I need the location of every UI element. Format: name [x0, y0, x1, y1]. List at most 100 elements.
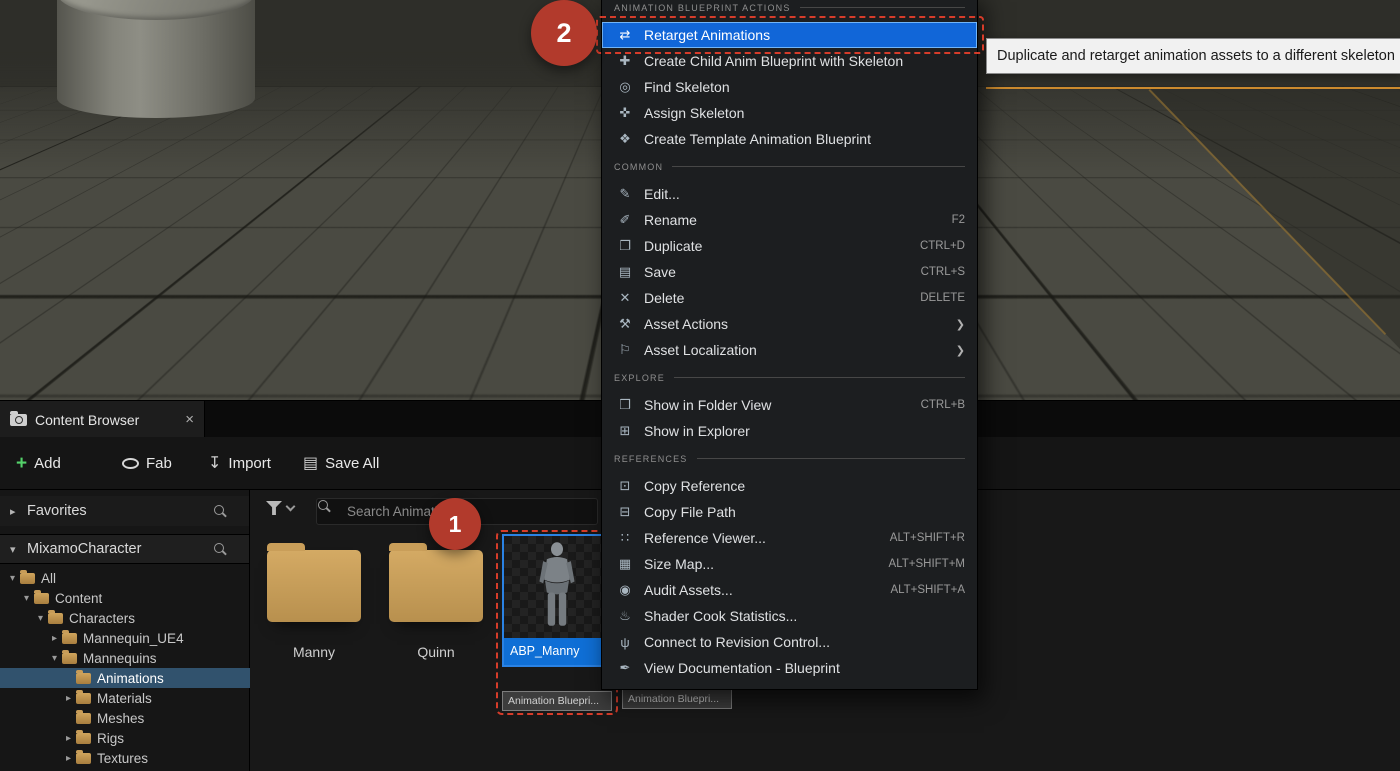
menu-item-copy-reference[interactable]: ⊡ Copy Reference	[602, 473, 977, 499]
chevron-down-icon: ▾	[10, 543, 16, 556]
tooltip: Duplicate and retarget animation assets …	[986, 38, 1400, 74]
add-button[interactable]: + Add	[16, 437, 61, 490]
menu-item-find-skeleton[interactable]: ◎ Find Skeleton	[602, 74, 977, 100]
search-icon[interactable]	[213, 542, 227, 556]
edit-icon: ✎	[619, 186, 631, 201]
menu-item-save[interactable]: ▤ Save CTRL+S	[602, 259, 977, 285]
tree-item-label: Mannequin_UE4	[83, 630, 184, 646]
menu-item-shortcut: CTRL+S	[920, 266, 965, 278]
menu-item-retarget-animations[interactable]: ⇄ Retarget Animations	[602, 22, 977, 48]
menu-item-shortcut: ALT+SHIFT+A	[890, 584, 965, 596]
menu-item-duplicate[interactable]: ❐ Duplicate CTRL+D	[602, 233, 977, 259]
chevron-down-icon[interactable]: ▾	[48, 653, 61, 664]
tree-item-mannequin-ue4[interactable]: ▸ Mannequin_UE4	[0, 628, 250, 648]
tree-item-meshes[interactable]: Meshes	[0, 708, 250, 728]
collection-section-header[interactable]: ▾ MixamoCharacter	[0, 534, 249, 564]
delete-icon: ✕	[619, 290, 631, 305]
menu-item-rename[interactable]: ✐ Rename F2	[602, 207, 977, 233]
explorer-icon: ⊞	[619, 423, 631, 438]
plus-icon: +	[16, 453, 28, 474]
folder-icon	[20, 569, 35, 584]
tab-close-button[interactable]: ×	[185, 411, 194, 428]
menu-item-audit-assets[interactable]: ◉ Audit Assets... ALT+SHIFT+A	[602, 577, 977, 603]
tree-item-textures[interactable]: ▸ Textures	[0, 748, 250, 768]
import-button[interactable]: ↧ Import	[208, 437, 271, 490]
save-all-button[interactable]: ▤ Save All	[303, 437, 379, 490]
menu-item-delete[interactable]: ✕ Delete DELETE	[602, 285, 977, 311]
chevron-down-icon[interactable]: ▾	[20, 593, 33, 604]
menu-item-asset-actions[interactable]: ⚒ Asset Actions ❯	[602, 311, 977, 337]
add-button-label: Add	[34, 455, 61, 472]
tree-item-animations[interactable]: Animations	[0, 668, 250, 688]
menu-item-copy-file-path[interactable]: ⊟ Copy File Path	[602, 499, 977, 525]
menu-section-header: ANIMATION BLUEPRINT ACTIONS	[602, 0, 977, 22]
menu-section-header: EXPLORE	[602, 363, 977, 392]
menu-item-reference-viewer[interactable]: ∷ Reference Viewer... ALT+SHIFT+R	[602, 525, 977, 551]
tree-item-all[interactable]: ▾ All	[0, 568, 250, 588]
asset-thumbnail	[504, 536, 610, 638]
filter-button[interactable]	[266, 501, 296, 515]
menu-item-size-map[interactable]: ▦ Size Map... ALT+SHIFT+M	[602, 551, 977, 577]
menu-item-create-child-anim-blueprint-with-skeleton[interactable]: ✚ Create Child Anim Blueprint with Skelet…	[602, 48, 977, 74]
fab-button[interactable]: Fab	[122, 437, 172, 490]
fab-icon	[122, 458, 139, 469]
asset-actions-icon: ⚒	[619, 316, 631, 331]
cylinder-mesh[interactable]	[57, 0, 255, 118]
menu-item-shortcut: DELETE	[920, 292, 965, 304]
menu-item-label: Assign Skeleton	[644, 105, 745, 121]
chevron-right-icon[interactable]: ▸	[62, 753, 75, 764]
chevron-down-icon[interactable]: ▾	[6, 573, 19, 584]
tree-item-content[interactable]: ▾ Content	[0, 588, 250, 608]
menu-item-shader-cook-statistics[interactable]: ♨ Shader Cook Statistics...	[602, 603, 977, 629]
menu-section-header-label: REFERENCES	[614, 453, 688, 464]
menu-item-label: Asset Localization	[644, 342, 757, 358]
retarget-icon: ⇄	[619, 27, 631, 42]
menu-item-edit[interactable]: ✎ Edit...	[602, 181, 977, 207]
menu-item-shortcut: CTRL+B	[920, 399, 965, 411]
folder-tile-quinn[interactable]: Quinn	[380, 534, 492, 660]
menu-item-show-in-folder-view[interactable]: ❒ Show in Folder View CTRL+B	[602, 392, 977, 418]
tree-item-rigs[interactable]: ▸ Rigs	[0, 728, 250, 748]
tree-item-materials[interactable]: ▸ Materials	[0, 688, 250, 708]
chevron-right-icon[interactable]: ▸	[62, 733, 75, 744]
chevron-right-icon[interactable]: ▸	[62, 693, 75, 704]
folder-icon	[76, 689, 91, 704]
menu-item-label: Create Child Anim Blueprint with Skeleto…	[644, 53, 904, 69]
menu-item-show-in-explorer[interactable]: ⊞ Show in Explorer	[602, 418, 977, 444]
import-button-label: Import	[228, 455, 271, 472]
tree-item-label: Materials	[97, 690, 152, 706]
search-icon[interactable]	[213, 504, 227, 518]
tab-content-browser[interactable]: Content Browser ×	[0, 401, 205, 438]
submenu-arrow-icon: ❯	[955, 344, 965, 357]
folder-tile-manny[interactable]: Manny	[258, 534, 370, 660]
save-icon: ▤	[303, 454, 319, 472]
content-browser-icon	[10, 410, 27, 426]
menu-item-asset-localization[interactable]: ⚐ Asset Localization ❯	[602, 337, 977, 363]
menu-item-connect-to-revision-control[interactable]: ψ Connect to Revision Control...	[602, 629, 977, 655]
menu-item-label: Show in Explorer	[644, 423, 750, 439]
menu-item-label: Delete	[644, 290, 685, 306]
menu-item-label: Asset Actions	[644, 316, 729, 332]
folder-icon	[267, 543, 361, 622]
tree-item-label: Characters	[69, 610, 136, 626]
menu-item-view-documentation-blueprint[interactable]: ✒ View Documentation - Blueprint	[602, 655, 977, 681]
documentation-icon: ✒	[619, 660, 631, 675]
import-icon: ↧	[208, 454, 222, 472]
favorites-section-header[interactable]: ▸ Favorites	[0, 496, 249, 526]
menu-item-assign-skeleton[interactable]: ✜ Assign Skeleton	[602, 100, 977, 126]
axis-z-label: Z	[43, 327, 50, 339]
menu-item-label: Shader Cook Statistics...	[644, 608, 798, 624]
folder-icon	[389, 543, 483, 622]
folder-name: Quinn	[417, 644, 455, 660]
menu-section-header: COMMON	[602, 152, 977, 181]
context-menu: ANIMATION BLUEPRINT ACTIONS ⇄ Retarget Ani…	[601, 0, 978, 690]
folder-icon	[62, 629, 77, 644]
chevron-right-icon[interactable]: ▸	[48, 633, 61, 644]
menu-item-create-template-animation-blueprint[interactable]: ❖ Create Template Animation Blueprint	[602, 126, 977, 152]
asset-tile-abp-manny[interactable]: ABP_Manny Animation Bluepri...	[496, 530, 618, 715]
tree-item-characters[interactable]: ▾ Characters	[0, 608, 250, 628]
menu-item-label: Reference Viewer...	[644, 530, 766, 546]
tree-item-mannequins[interactable]: ▾ Mannequins	[0, 648, 250, 668]
unreal-editor: Z Y Content Browser × + Add Fab ↧ Import…	[0, 0, 1400, 771]
chevron-down-icon[interactable]: ▾	[34, 613, 47, 624]
